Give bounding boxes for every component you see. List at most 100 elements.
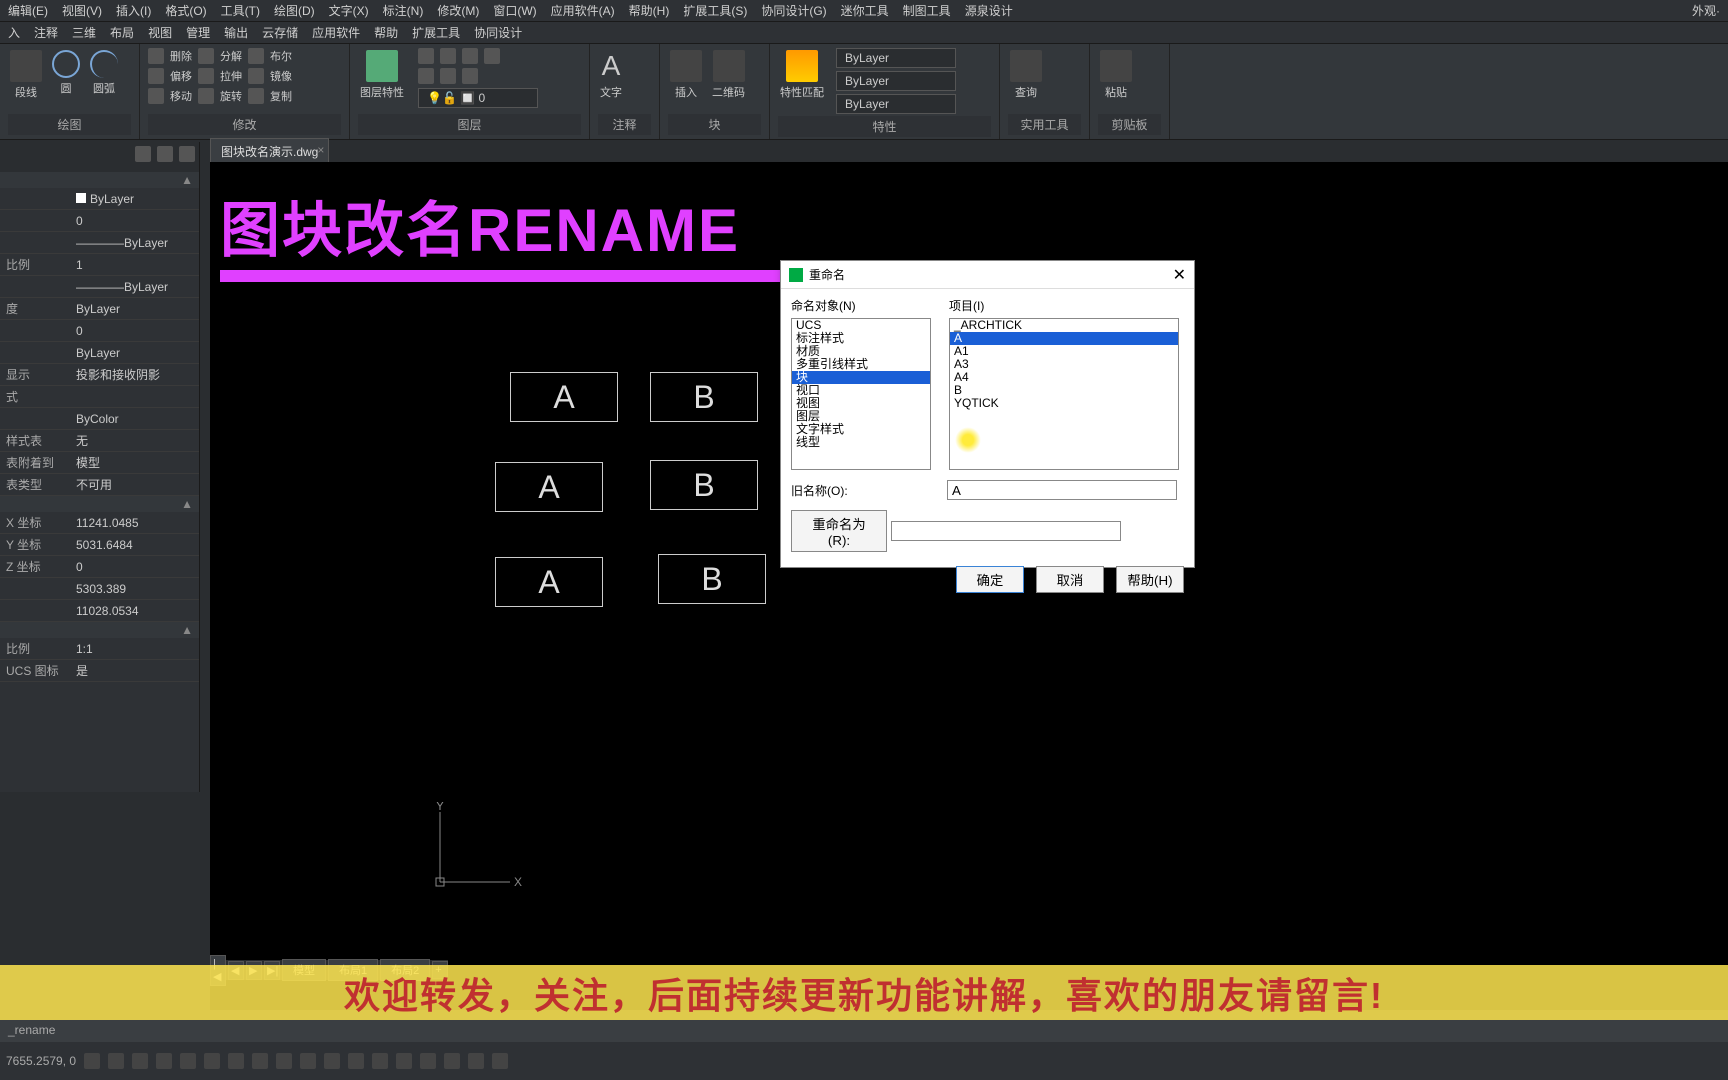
layer-icon[interactable]	[484, 48, 500, 64]
property-row[interactable]: 显示投影和接收阴影	[0, 364, 199, 386]
menu-item[interactable]: 绘图(D)	[274, 2, 315, 19]
offset-icon[interactable]	[148, 68, 164, 84]
list-item[interactable]: A	[950, 332, 1178, 345]
menu-item[interactable]: 修改(M)	[437, 2, 479, 19]
status-toggle[interactable]	[228, 1053, 244, 1069]
arc-button[interactable]: 圆弧	[88, 48, 120, 98]
property-row[interactable]: ByLayer	[0, 342, 199, 364]
explode-icon[interactable]	[198, 48, 214, 64]
menu-item[interactable]: 工具(T)	[221, 2, 260, 19]
linetype-dropdown[interactable]: ByLayer	[836, 71, 956, 91]
prop-toggle-icon[interactable]	[157, 146, 173, 162]
ribbon-tab[interactable]: 三维	[72, 24, 96, 41]
layer-properties-button[interactable]: 图层特性	[358, 48, 406, 102]
appearance-menu[interactable]: 外观·	[1692, 2, 1720, 19]
ribbon-tab[interactable]: 布局	[110, 24, 134, 41]
status-toggle[interactable]	[276, 1053, 292, 1069]
list-item[interactable]: A4	[950, 371, 1178, 384]
close-button[interactable]: ✕	[1173, 265, 1186, 285]
list-item[interactable]: 多重引线样式	[792, 358, 930, 371]
status-toggle[interactable]	[300, 1053, 316, 1069]
property-row[interactable]: X 坐标11241.0485	[0, 512, 199, 534]
property-row[interactable]: 样式表无	[0, 430, 199, 452]
status-toggle[interactable]	[396, 1053, 412, 1069]
prop-section-header[interactable]: ▲	[0, 496, 199, 512]
line-button[interactable]: 段线	[8, 48, 44, 102]
status-toggle[interactable]	[156, 1053, 172, 1069]
qrcode-button[interactable]: 二维码	[710, 48, 747, 102]
menu-item[interactable]: 扩展工具(S)	[683, 2, 747, 19]
menu-item[interactable]: 文字(X)	[329, 2, 369, 19]
drawing-block[interactable]: A	[510, 372, 618, 422]
prop-toggle-icon[interactable]	[179, 146, 195, 162]
status-toggle[interactable]	[468, 1053, 484, 1069]
status-toggle[interactable]	[132, 1053, 148, 1069]
property-row[interactable]: 式	[0, 386, 199, 408]
layer-icon[interactable]	[462, 68, 478, 84]
property-row[interactable]: 5303.389	[0, 578, 199, 600]
property-row[interactable]: Z 坐标0	[0, 556, 199, 578]
document-tab[interactable]: 图块改名演示.dwg ×	[210, 138, 329, 164]
status-toggle[interactable]	[324, 1053, 340, 1069]
prop-toggle-icon[interactable]	[135, 146, 151, 162]
layer-icon[interactable]	[418, 68, 434, 84]
ribbon-tab[interactable]: 云存储	[262, 24, 298, 41]
status-toggle[interactable]	[180, 1053, 196, 1069]
command-line[interactable]: _rename	[0, 1020, 1728, 1042]
drawing-block[interactable]: B	[650, 372, 758, 422]
menu-item[interactable]: 编辑(E)	[8, 2, 48, 19]
move-icon[interactable]	[148, 88, 164, 104]
property-row[interactable]: ————ByLayer	[0, 232, 199, 254]
layer-icon[interactable]	[418, 48, 434, 64]
property-row[interactable]: 表类型不可用	[0, 474, 199, 496]
layer-icon[interactable]	[462, 48, 478, 64]
help-button[interactable]: 帮助(H)	[1116, 566, 1184, 593]
menu-item[interactable]: 格式(O)	[165, 2, 206, 19]
matchprop-button[interactable]: 特性匹配	[778, 48, 826, 102]
text-button[interactable]: A文字	[598, 48, 624, 102]
ok-button[interactable]: 确定	[956, 566, 1024, 593]
status-toggle[interactable]	[420, 1053, 436, 1069]
drawing-block[interactable]: B	[658, 554, 766, 604]
list-item[interactable]: YQTICK	[950, 397, 1178, 410]
drawing-block[interactable]: B	[650, 460, 758, 510]
menu-item[interactable]: 协同设计(G)	[761, 2, 826, 19]
prop-section-header[interactable]: ▲	[0, 622, 199, 638]
delete-icon[interactable]	[148, 48, 164, 64]
property-row[interactable]: 11028.0534	[0, 600, 199, 622]
bool-icon[interactable]	[248, 48, 264, 64]
menu-item[interactable]: 帮助(H)	[629, 2, 670, 19]
close-icon[interactable]: ×	[317, 143, 324, 157]
property-row[interactable]: 度ByLayer	[0, 298, 199, 320]
color-dropdown[interactable]: ByLayer	[836, 48, 956, 68]
dialog-titlebar[interactable]: 重命名 ✕	[781, 261, 1194, 289]
layer-icon[interactable]	[440, 48, 456, 64]
ribbon-tab[interactable]: 管理	[186, 24, 210, 41]
status-toggle[interactable]	[348, 1053, 364, 1069]
status-toggle[interactable]	[252, 1053, 268, 1069]
ribbon-tab[interactable]: 扩展工具	[412, 24, 460, 41]
menu-item[interactable]: 迷你工具	[841, 2, 889, 19]
lineweight-dropdown[interactable]: ByLayer	[836, 94, 956, 114]
mirror-icon[interactable]	[248, 68, 264, 84]
ribbon-tab[interactable]: 帮助	[374, 24, 398, 41]
status-toggle[interactable]	[108, 1053, 124, 1069]
rename-to-input[interactable]	[891, 521, 1121, 541]
layer-dropdown[interactable]: 💡🔓 🔲 0	[418, 88, 538, 108]
cancel-button[interactable]: 取消	[1036, 566, 1104, 593]
property-row[interactable]: 比例1	[0, 254, 199, 276]
property-row[interactable]: ByColor	[0, 408, 199, 430]
menu-item[interactable]: 标注(N)	[383, 2, 424, 19]
stretch-icon[interactable]	[198, 68, 214, 84]
insert-button[interactable]: 插入	[668, 48, 704, 102]
property-row[interactable]: UCS 图标是	[0, 660, 199, 682]
property-row[interactable]: 0	[0, 320, 199, 342]
property-row[interactable]: 比例1:1	[0, 638, 199, 660]
measure-button[interactable]: 查询	[1008, 48, 1044, 102]
ribbon-tab[interactable]: 应用软件	[312, 24, 360, 41]
rename-to-button[interactable]: 重命名为(R):	[791, 510, 887, 552]
menu-item[interactable]: 制图工具	[903, 2, 951, 19]
rotate-icon[interactable]	[198, 88, 214, 104]
circle-button[interactable]: 圆	[50, 48, 82, 98]
property-row[interactable]: ————ByLayer	[0, 276, 199, 298]
